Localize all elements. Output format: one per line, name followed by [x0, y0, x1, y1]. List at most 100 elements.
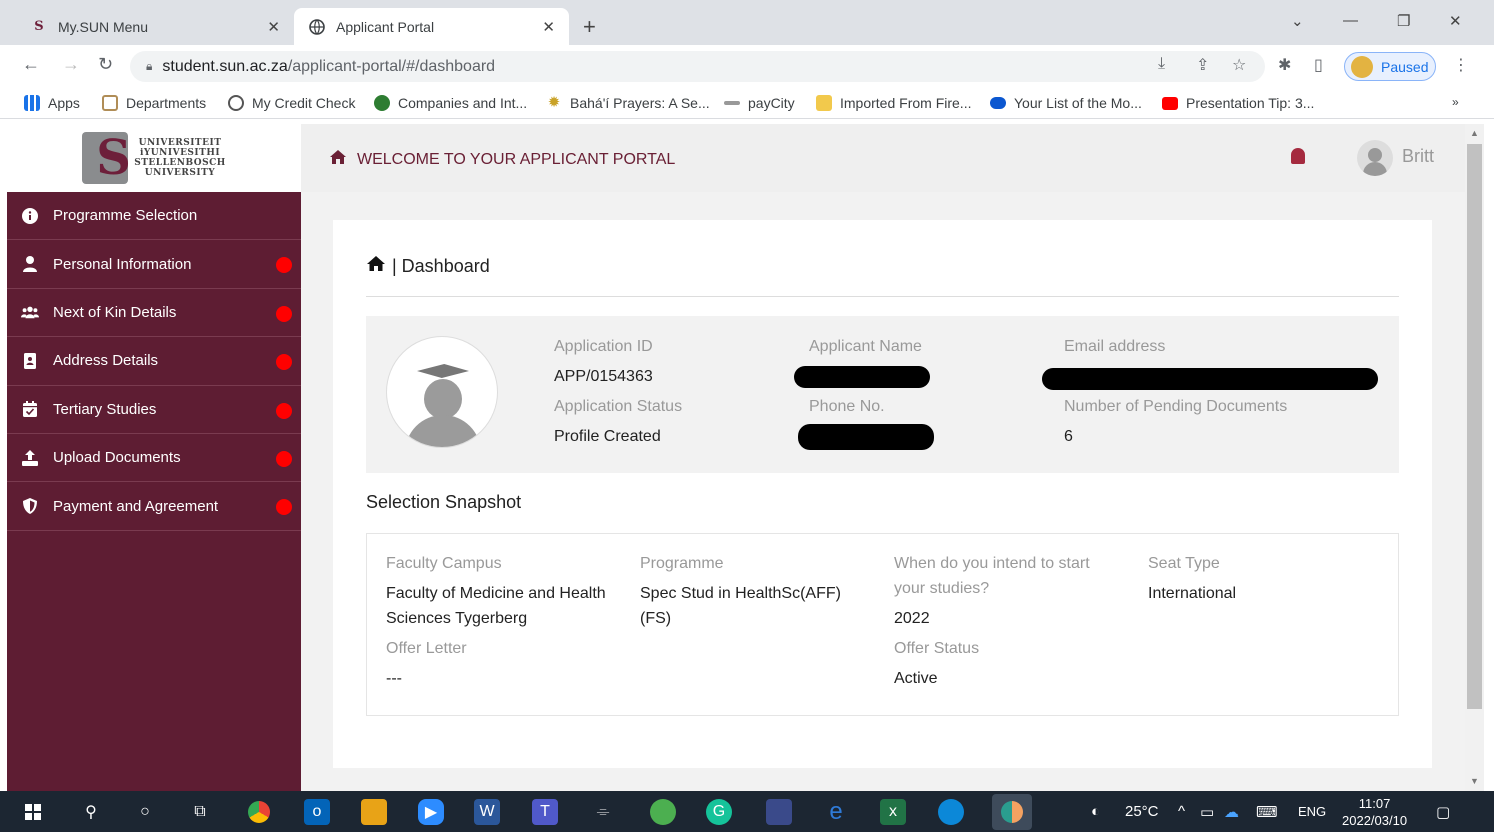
sidebar-item-tertiary-studies[interactable]: Tertiary Studies [7, 386, 301, 434]
pending-indicator [276, 354, 292, 371]
sidebar-item-upload-documents[interactable]: Upload Documents [7, 434, 301, 483]
chrome-icon[interactable] [246, 799, 272, 825]
zoom-icon[interactable]: ▶ [418, 799, 444, 825]
share-icon[interactable]: ⇪ [1196, 55, 1209, 75]
avatar[interactable] [1357, 140, 1393, 176]
page-viewport: S UNIVERSITEIT iYUNIVESITHI STELLENBOSCH… [7, 124, 1465, 791]
sidebar-item-programme-selection[interactable]: Programme Selection [7, 192, 301, 241]
forward-arrow-icon[interactable]: → [62, 54, 80, 75]
bookmark-your-list[interactable]: Your List of the Mo... [990, 95, 1142, 111]
file-explorer-icon[interactable] [361, 799, 387, 825]
pending-documents-label: Number of Pending Documents [1064, 398, 1288, 415]
tray-chevron-icon[interactable]: ^ [1178, 803, 1185, 820]
bookmark-star-icon[interactable]: ☆ [1232, 55, 1246, 75]
bookmark-paycity[interactable]: payCity [724, 95, 795, 111]
sidebar-item-payment-agreement[interactable]: Payment and Agreement [7, 482, 301, 531]
scroll-up-icon[interactable]: ▲ [1470, 128, 1479, 138]
profile-button[interactable]: Paused [1344, 52, 1436, 81]
bookmark-departments[interactable]: Departments [102, 95, 206, 111]
faculty-campus-label: Faculty Campus [386, 555, 502, 572]
restore-icon[interactable]: ❐ [1397, 12, 1410, 30]
scrollbar-thumb[interactable] [1467, 144, 1482, 709]
vertical-scrollbar[interactable]: ▲ ▼ [1465, 124, 1484, 791]
pending-indicator [276, 499, 292, 516]
tab-search-icon[interactable]: ⌄ [1291, 12, 1304, 30]
reload-icon[interactable]: ↻ [98, 54, 113, 75]
keyboard-icon[interactable]: ⌨ [1256, 803, 1278, 821]
bookmark-label: Imported From Fire... [840, 95, 972, 111]
sidebar-item-personal-information[interactable]: Personal Information [7, 240, 301, 289]
install-icon[interactable]: ⤓ [1158, 55, 1165, 73]
word-icon[interactable]: W [474, 799, 500, 825]
cortana-icon[interactable]: ○ [132, 799, 158, 825]
info-icon [21, 207, 39, 225]
address-bar[interactable]: 🔒︎ student.sun.ac.za/applicant-portal/#/… [130, 51, 1265, 82]
seat-type-label: Seat Type [1148, 555, 1220, 572]
window-close-icon[interactable]: ✕ [1449, 12, 1462, 30]
bookmark-companies[interactable]: Companies and Int... [374, 95, 527, 111]
clock-time: 11:07 [1358, 796, 1391, 811]
windows-start-icon[interactable] [20, 799, 46, 825]
sidebar-item-address-details[interactable]: Address Details [7, 337, 301, 386]
weather-icon[interactable]: ◐ [1091, 803, 1100, 820]
profile-avatar [1351, 55, 1373, 78]
breadcrumb: | Dashboard [366, 255, 490, 277]
start-studies-label-line2: your studies? [894, 580, 990, 597]
onedrive-icon[interactable]: ☁ [1224, 803, 1239, 821]
offer-status-value: Active [894, 670, 938, 687]
bookmark-presentation-tip[interactable]: Presentation Tip: 3... [1162, 95, 1314, 111]
scan-app-icon[interactable]: ⌯ [590, 799, 616, 825]
sidebar-item-label: Tertiary Studies [53, 400, 157, 418]
search-icon[interactable]: ⚲ [78, 799, 104, 825]
network-icon[interactable]: ▭ [1200, 803, 1214, 821]
notifications-icon[interactable]: ▢ [1436, 803, 1450, 821]
chrome-canary-icon[interactable] [992, 794, 1032, 830]
weather-temperature[interactable]: 25°C [1125, 803, 1159, 820]
outlook-icon[interactable]: o [304, 799, 330, 825]
new-tab-button[interactable]: + [583, 14, 596, 40]
paycity-icon [724, 101, 740, 105]
tab-applicant-portal[interactable]: Applicant Portal ✕ [294, 8, 569, 45]
sidebar-item-label: Programme Selection [53, 207, 198, 225]
grammarly-icon[interactable]: G [706, 799, 732, 825]
bookmark-imported-folder[interactable]: Imported From Fire... [816, 95, 971, 111]
extensions-icon[interactable]: ✱ [1278, 55, 1291, 75]
sidebar-item-label: Payment and Agreement [53, 497, 219, 515]
sidebar: Programme Selection Personal Information… [7, 192, 301, 791]
crest-app-icon[interactable] [766, 799, 792, 825]
internet-explorer-icon[interactable]: e [823, 798, 849, 825]
companies-icon [374, 95, 390, 111]
bookmark-label: Presentation Tip: 3... [1186, 95, 1315, 111]
more-bookmarks-icon[interactable]: » [1452, 95, 1459, 109]
programme-value-line2: (FS) [640, 610, 672, 627]
youtube-icon [1162, 96, 1178, 110]
scroll-down-icon[interactable]: ▼ [1470, 776, 1479, 786]
green-app-icon[interactable] [650, 799, 676, 825]
menu-kebab-icon[interactable]: ⋮ [1453, 55, 1469, 75]
side-panel-icon[interactable]: ▯ [1314, 55, 1323, 75]
close-icon[interactable]: ✕ [267, 18, 280, 36]
teams-icon[interactable]: T [532, 799, 558, 825]
university-logo[interactable]: S UNIVERSITEIT iYUNIVESITHI STELLENBOSCH… [7, 124, 301, 192]
portal-header: WELCOME TO YOUR APPLICANT PORTAL Britt [301, 124, 1465, 192]
bell-icon[interactable] [1291, 148, 1305, 164]
browser-tab-strip: S My.SUN Menu ✕ Applicant Portal ✕ + ⌄ —… [0, 0, 1494, 45]
language-indicator[interactable]: ENG [1298, 804, 1326, 819]
minimize-icon[interactable]: — [1343, 12, 1358, 29]
bookmark-my-credit-check[interactable]: My Credit Check [228, 95, 355, 111]
home-icon[interactable] [366, 255, 386, 277]
task-view-icon[interactable]: ⧉ [187, 799, 213, 825]
tab-mysun-menu[interactable]: S My.SUN Menu ✕ [8, 8, 294, 45]
sidebar-item-next-of-kin[interactable]: Next of Kin Details [7, 289, 301, 338]
bookmark-apps[interactable]: Apps [24, 95, 80, 111]
close-icon[interactable]: ✕ [542, 18, 555, 36]
redacted-phone [798, 424, 934, 450]
clock[interactable]: 11:07 2022/03/10 [1342, 795, 1407, 829]
edge-icon[interactable] [938, 799, 964, 825]
back-arrow-icon[interactable]: ← [22, 54, 40, 75]
excel-icon[interactable]: x [880, 799, 906, 825]
dashboard-card: | Dashboard Application ID APP/0154363 A… [333, 220, 1432, 768]
cloud-icon [990, 97, 1006, 109]
bookmark-bahai-prayers[interactable]: ✹ Bahá'í Prayers: A Se... [546, 95, 710, 112]
user-name[interactable]: Britt [1402, 146, 1434, 167]
